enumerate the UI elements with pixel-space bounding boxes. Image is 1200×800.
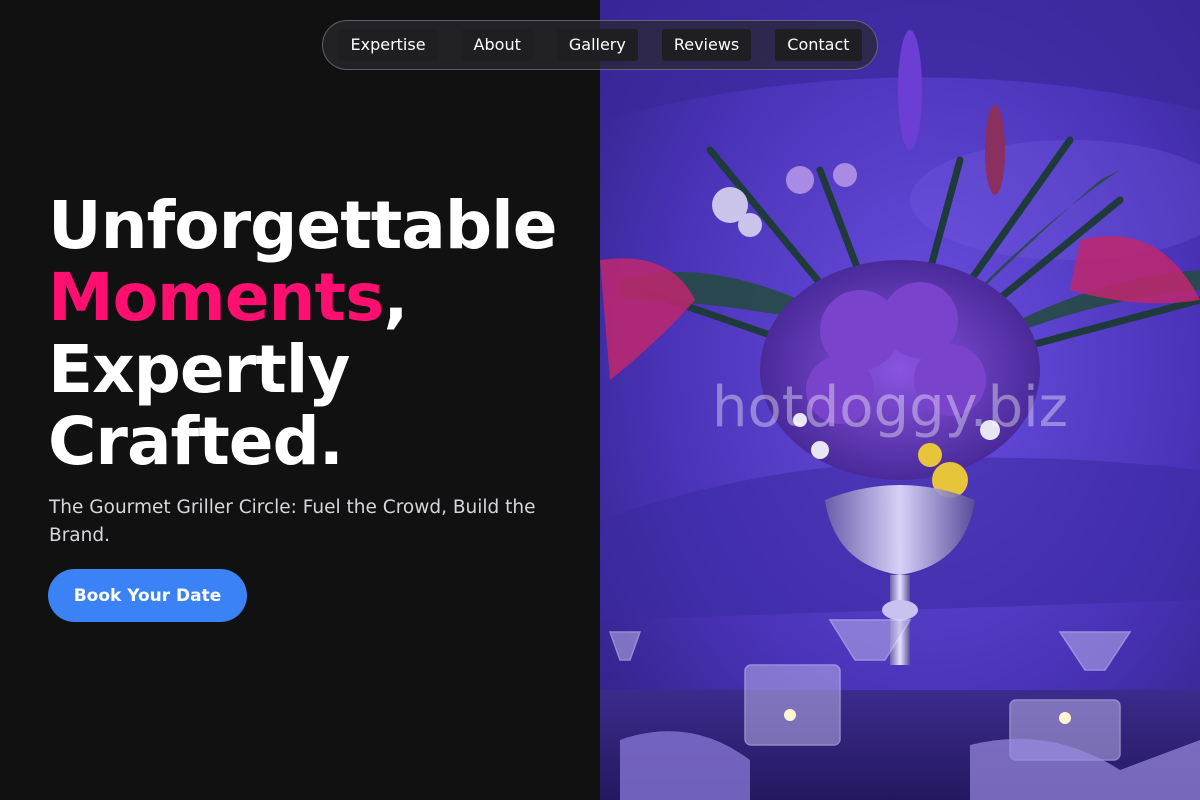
headline-line-3: Expertly (48, 331, 350, 408)
hero-subtitle: The Gourmet Griller Circle: Fuel the Cro… (49, 497, 536, 546)
headline-line-2: Moments, (48, 262, 588, 334)
nav-item-about[interactable]: About (461, 29, 533, 61)
nav-item-expertise[interactable]: Expertise (338, 29, 438, 61)
book-your-date-button[interactable]: Book Your Date (48, 569, 247, 622)
headline-line-1: Unforgettable (48, 187, 557, 264)
headline-line-4: Crafted. (48, 403, 344, 480)
headline-accent-word: Moments (48, 259, 384, 336)
image-watermark: hotdoggy.biz (712, 375, 1069, 440)
headline-comma: , (383, 259, 408, 336)
hero-left-panel: Unforgettable Moments, Expertly Crafted.… (0, 0, 600, 800)
nav-item-reviews[interactable]: Reviews (661, 29, 752, 61)
top-navigation: Expertise About Gallery Reviews Contact (322, 20, 878, 70)
nav-item-contact[interactable]: Contact (775, 29, 862, 61)
nav-item-gallery[interactable]: Gallery (556, 29, 638, 61)
hero-headline: Unforgettable Moments, Expertly Crafted. (48, 190, 588, 478)
